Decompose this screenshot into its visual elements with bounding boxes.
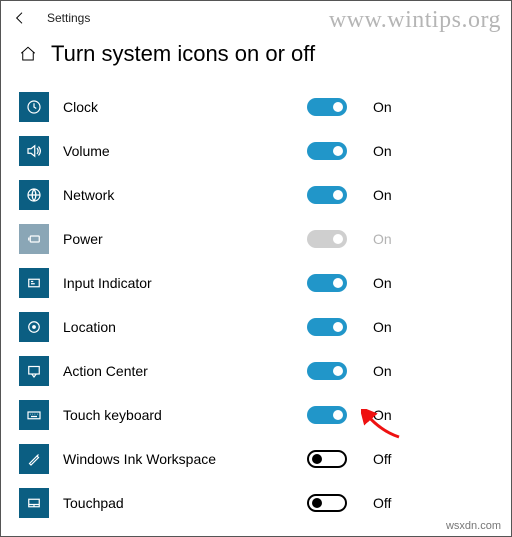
label-power: Power bbox=[63, 231, 293, 247]
row-windows-ink: Windows Ink Workspace Off bbox=[19, 437, 493, 481]
state-windows-ink: Off bbox=[373, 451, 391, 467]
label-location: Location bbox=[63, 319, 293, 335]
state-location: On bbox=[373, 319, 392, 335]
app-title: Settings bbox=[47, 11, 90, 25]
touchpad-icon bbox=[19, 488, 49, 518]
row-power: Power On bbox=[19, 217, 493, 261]
row-network: Network On bbox=[19, 173, 493, 217]
state-touchpad: Off bbox=[373, 495, 391, 511]
footer-text: wsxdn.com bbox=[446, 520, 501, 532]
label-windows-ink: Windows Ink Workspace bbox=[63, 451, 293, 467]
label-volume: Volume bbox=[63, 143, 293, 159]
label-clock: Clock bbox=[63, 99, 293, 115]
keyboard-icon bbox=[19, 400, 49, 430]
row-clock: Clock On bbox=[19, 85, 493, 129]
state-action-center: On bbox=[373, 363, 392, 379]
row-volume: Volume On bbox=[19, 129, 493, 173]
input-icon bbox=[19, 268, 49, 298]
clock-icon bbox=[19, 92, 49, 122]
toggle-touch-keyboard[interactable] bbox=[307, 406, 347, 424]
toggle-volume[interactable] bbox=[307, 142, 347, 160]
network-icon bbox=[19, 180, 49, 210]
power-icon bbox=[19, 224, 49, 254]
state-touch-keyboard: On bbox=[373, 407, 392, 423]
label-touchpad: Touchpad bbox=[63, 495, 293, 511]
state-input-indicator: On bbox=[373, 275, 392, 291]
toggle-input-indicator[interactable] bbox=[307, 274, 347, 292]
row-location: Location On bbox=[19, 305, 493, 349]
row-touch-keyboard: Touch keyboard On bbox=[19, 393, 493, 437]
state-network: On bbox=[373, 187, 392, 203]
state-clock: On bbox=[373, 99, 392, 115]
toggle-location[interactable] bbox=[307, 318, 347, 336]
label-touch-keyboard: Touch keyboard bbox=[63, 407, 293, 423]
action-icon bbox=[19, 356, 49, 386]
toggle-touchpad[interactable] bbox=[307, 494, 347, 512]
home-icon[interactable] bbox=[19, 45, 37, 63]
ink-icon bbox=[19, 444, 49, 474]
toggle-power bbox=[307, 230, 347, 248]
label-network: Network bbox=[63, 187, 293, 203]
toggle-clock[interactable] bbox=[307, 98, 347, 116]
page-title: Turn system icons on or off bbox=[51, 41, 315, 67]
volume-icon bbox=[19, 136, 49, 166]
row-touchpad: Touchpad Off bbox=[19, 481, 493, 525]
row-action-center: Action Center On bbox=[19, 349, 493, 393]
location-icon bbox=[19, 312, 49, 342]
state-volume: On bbox=[373, 143, 392, 159]
back-button[interactable] bbox=[11, 9, 29, 27]
toggle-network[interactable] bbox=[307, 186, 347, 204]
label-action-center: Action Center bbox=[63, 363, 293, 379]
toggle-windows-ink[interactable] bbox=[307, 450, 347, 468]
state-power: On bbox=[373, 231, 392, 247]
label-input-indicator: Input Indicator bbox=[63, 275, 293, 291]
row-input-indicator: Input Indicator On bbox=[19, 261, 493, 305]
toggle-action-center[interactable] bbox=[307, 362, 347, 380]
